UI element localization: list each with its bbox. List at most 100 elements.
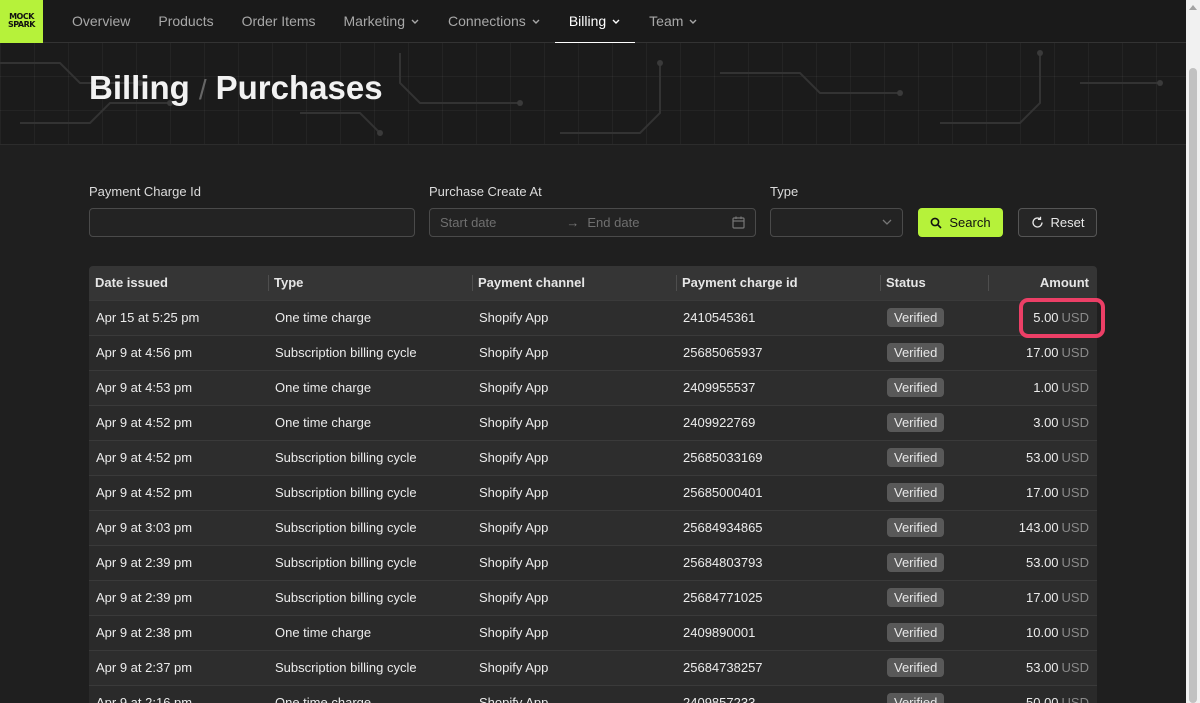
- amount-value: 53.00: [1026, 555, 1059, 570]
- column-header-type[interactable]: Type: [268, 266, 472, 300]
- table-row[interactable]: Apr 9 at 2:16 pm One time charge Shopify A…: [89, 685, 1097, 703]
- breadcrumb-section[interactable]: Billing: [89, 69, 190, 107]
- amount-value: 1.00: [1033, 380, 1059, 395]
- cell-payment-channel: Shopify App: [479, 695, 549, 703]
- cell-payment-charge-id: 25684771025: [683, 590, 763, 605]
- table-row[interactable]: Apr 9 at 2:37 pm Subscription billing cyc…: [89, 650, 1097, 685]
- purchases-table: Date issued Type Payment channel Payment ch…: [89, 266, 1097, 703]
- cell-payment-charge-id: 2409922769: [683, 415, 756, 430]
- cell-type: Subscription billing cycle: [275, 590, 417, 605]
- table-row[interactable]: Apr 9 at 4:56 pm Subscription billing cyc…: [89, 335, 1097, 370]
- type-label: Type: [770, 184, 799, 199]
- page-header: Billing / Purchases: [0, 43, 1186, 145]
- cell-payment-charge-id: 25684738257: [683, 660, 763, 675]
- date-range-picker[interactable]: Start date → End date: [429, 208, 756, 237]
- status-badge: Verified: [887, 588, 945, 607]
- cell-payment-charge-id: 2409857233: [683, 695, 756, 703]
- table-header-row: Date issued Type Payment channel Payment ch…: [89, 266, 1097, 300]
- amount-currency: USD: [1061, 590, 1089, 605]
- status-badge: Verified: [887, 378, 945, 397]
- nav-item-billing[interactable]: Billing: [554, 0, 636, 44]
- amount-value: 3.00: [1033, 415, 1059, 430]
- cell-date-issued: Apr 9 at 3:03 pm: [96, 520, 193, 535]
- nav-item-products[interactable]: Products: [144, 0, 227, 43]
- chevron-down-icon: [532, 19, 540, 24]
- cell-type: Subscription billing cycle: [275, 555, 417, 570]
- search-icon: [930, 217, 942, 229]
- cell-payment-channel: Shopify App: [479, 485, 549, 500]
- column-header-date-issued[interactable]: Date issued: [89, 266, 268, 300]
- nav-item-label: Marketing: [343, 13, 405, 29]
- status-badge: Verified: [887, 518, 945, 537]
- nav-item-marketing[interactable]: Marketing: [330, 0, 434, 43]
- top-navigation: MOCK SPARK Overview Products Order Items Ma…: [0, 0, 1186, 44]
- cell-status: Verified: [880, 650, 988, 685]
- nav-item-label: Connections: [447, 13, 526, 29]
- amount-currency: USD: [1061, 555, 1089, 570]
- table-row[interactable]: Apr 15 at 5:25 pm One time charge Shopify …: [89, 300, 1097, 335]
- cell-amount: 10.00 USD: [988, 615, 1097, 650]
- cell-status: Verified: [880, 475, 988, 510]
- column-header-payment-charge-id[interactable]: Payment charge id: [676, 266, 880, 300]
- search-button[interactable]: Search: [918, 208, 1003, 237]
- nav-item-connections[interactable]: Connections: [434, 0, 555, 43]
- table-row[interactable]: Apr 9 at 2:39 pm Subscription billing cyc…: [89, 545, 1097, 580]
- table-row[interactable]: Apr 9 at 2:39 pm Subscription billing cyc…: [89, 580, 1097, 615]
- cell-payment-channel: Shopify App: [479, 415, 549, 430]
- nav-item-team[interactable]: Team: [635, 0, 712, 43]
- status-badge: Verified: [887, 413, 945, 432]
- amount-currency: USD: [1061, 345, 1089, 360]
- cell-date-issued: Apr 9 at 2:39 pm: [96, 590, 193, 605]
- cell-date-issued: Apr 9 at 4:56 pm: [96, 345, 193, 360]
- start-date-input[interactable]: Start date: [440, 215, 496, 230]
- scroll-up-arrow-icon[interactable]: [1189, 4, 1197, 10]
- scrollbar-thumb[interactable]: [1189, 68, 1197, 703]
- cell-date-issued: Apr 9 at 4:52 pm: [96, 450, 193, 465]
- cell-type: One time charge: [275, 625, 372, 640]
- cell-type: One time charge: [275, 310, 372, 325]
- cell-date-issued: Apr 9 at 4:53 pm: [96, 380, 193, 395]
- breadcrumb-current-page: Purchases: [215, 69, 383, 106]
- amount-value: 143.00: [1018, 520, 1059, 535]
- amount-currency: USD: [1061, 695, 1089, 703]
- amount-value: 17.00: [1026, 485, 1059, 500]
- payment-charge-id-input[interactable]: [89, 208, 415, 237]
- arrow-right-icon: →: [566, 215, 580, 230]
- cell-amount: 17.00 USD: [988, 335, 1097, 370]
- nav-item-overview[interactable]: Overview: [58, 0, 144, 43]
- brand-logo[interactable]: MOCK SPARK: [0, 0, 43, 43]
- column-header-payment-channel[interactable]: Payment channel: [472, 266, 676, 300]
- table-row[interactable]: Apr 9 at 4:52 pm Subscription billing cyc…: [89, 440, 1097, 475]
- cell-status: Verified: [880, 300, 988, 335]
- column-header-amount[interactable]: Amount: [988, 266, 1097, 300]
- end-date-input[interactable]: End date: [587, 215, 639, 230]
- nav-item-order-items[interactable]: Order Items: [228, 0, 330, 43]
- amount-currency: USD: [1061, 625, 1089, 640]
- type-select[interactable]: [770, 208, 903, 237]
- status-badge: Verified: [887, 658, 945, 677]
- page-title: Billing / Purchases: [89, 69, 383, 107]
- nav-item-label: Billing: [568, 13, 607, 29]
- nav-item-label: Order Items: [241, 13, 316, 29]
- cell-payment-charge-id: 2410545361: [683, 310, 756, 325]
- cell-payment-channel: Shopify App: [479, 625, 549, 640]
- page-scrollbar[interactable]: [1186, 0, 1200, 703]
- search-button-label: Search: [949, 215, 991, 230]
- cell-payment-channel: Shopify App: [479, 380, 549, 395]
- cell-type: One time charge: [275, 380, 372, 395]
- chevron-down-icon: [689, 19, 697, 24]
- purchase-create-at-label: Purchase Create At: [429, 184, 542, 199]
- nav-item-label: Overview: [72, 13, 131, 29]
- column-header-status[interactable]: Status: [880, 266, 988, 300]
- reset-button[interactable]: Reset: [1018, 208, 1097, 237]
- table-row[interactable]: Apr 9 at 3:03 pm Subscription billing cyc…: [89, 510, 1097, 545]
- cell-amount: 3.00 USD: [988, 405, 1097, 440]
- table-row[interactable]: Apr 9 at 2:38 pm One time charge Shopify A…: [89, 615, 1097, 650]
- cell-status: Verified: [880, 370, 988, 405]
- table-row[interactable]: Apr 9 at 4:52 pm One time charge Shopify A…: [89, 405, 1097, 440]
- cell-amount: 17.00 USD: [988, 475, 1097, 510]
- cell-date-issued: Apr 9 at 2:37 pm: [96, 660, 193, 675]
- table-row[interactable]: Apr 9 at 4:53 pm One time charge Shopify A…: [89, 370, 1097, 405]
- table-row[interactable]: Apr 9 at 4:52 pm Subscription billing cyc…: [89, 475, 1097, 510]
- cell-payment-charge-id: 25685065937: [683, 345, 763, 360]
